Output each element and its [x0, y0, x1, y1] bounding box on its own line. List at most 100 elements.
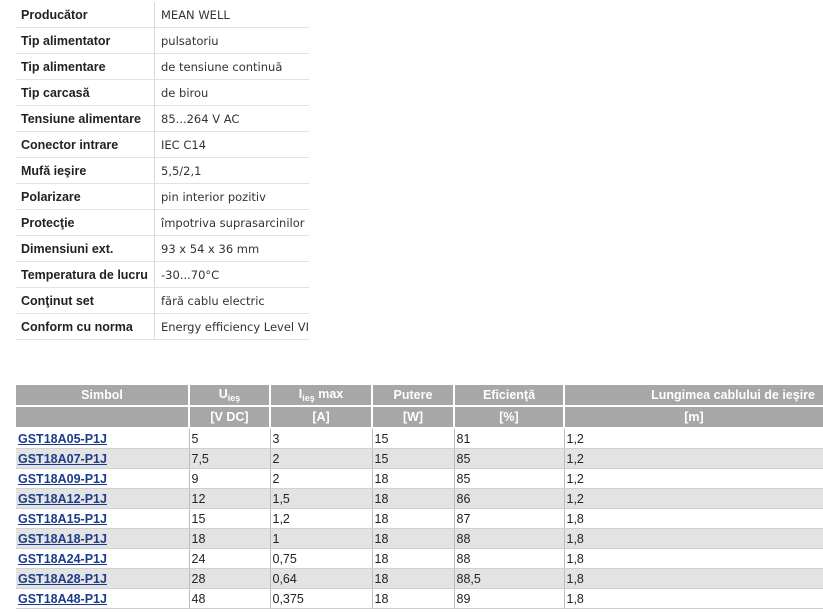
- cell-current: 1,5: [270, 488, 373, 509]
- cell-power: 15: [372, 448, 455, 469]
- spec-row: Temperatura de lucru -30...70°C: [16, 261, 310, 288]
- product-link[interactable]: GST18A24-P1J: [18, 552, 107, 566]
- cell-voltage: 15: [189, 508, 271, 529]
- spec-value: 5,5/2,1: [154, 157, 310, 184]
- cell-power: 15: [372, 428, 455, 449]
- table-row: GST18A12-P1J 12 1,5 18 86 1,2: [16, 488, 823, 509]
- unit-current: [A]: [270, 406, 373, 429]
- spec-label: Conector intrare: [16, 131, 155, 158]
- header-current: Iieş max: [270, 385, 373, 407]
- cell-symbol: GST18A28-P1J: [16, 568, 190, 589]
- spec-value: IEC C14: [154, 131, 310, 158]
- spec-value: Energy efficiency Level VI: [154, 313, 310, 340]
- table-row: GST18A28-P1J 28 0,64 18 88,5 1,8: [16, 568, 823, 589]
- cell-voltage: 9: [189, 468, 271, 489]
- cell-voltage: 5: [189, 428, 271, 449]
- spec-row: Tip alimentare de tensiune continuă: [16, 53, 310, 80]
- header-cable: Lungimea cablului de ieşire: [564, 385, 823, 407]
- spec-row: Tip carcasă de birou: [16, 79, 310, 106]
- cell-cable: 1,8: [564, 588, 823, 609]
- cell-symbol: GST18A15-P1J: [16, 508, 190, 529]
- cell-current: 2: [270, 468, 373, 489]
- cell-cable: 1,2: [564, 488, 823, 509]
- cell-symbol: GST18A12-P1J: [16, 488, 190, 509]
- unit-power: [W]: [372, 406, 455, 429]
- cell-current: 2: [270, 448, 373, 469]
- product-link[interactable]: GST18A09-P1J: [18, 472, 107, 486]
- cell-current: 1,2: [270, 508, 373, 529]
- cell-voltage: 18: [189, 528, 271, 549]
- cell-current: 0,75: [270, 548, 373, 569]
- spec-label: Temperatura de lucru: [16, 261, 155, 288]
- cell-power: 18: [372, 528, 455, 549]
- product-link[interactable]: GST18A15-P1J: [18, 512, 107, 526]
- models-table-head: Simbol Uieş Iieş max Putere Eficienţă Lu…: [16, 385, 823, 429]
- product-link[interactable]: GST18A18-P1J: [18, 532, 107, 546]
- spec-value: de birou: [154, 79, 310, 106]
- header-power: Putere: [372, 385, 455, 407]
- cell-voltage: 48: [189, 588, 271, 609]
- unit-cable: [m]: [564, 406, 823, 429]
- spec-value: -30...70°C: [154, 261, 310, 288]
- table-row: GST18A09-P1J 9 2 18 85 1,2: [16, 468, 823, 489]
- cell-voltage: 28: [189, 568, 271, 589]
- spec-label: Tip alimentare: [16, 53, 155, 80]
- cell-symbol: GST18A18-P1J: [16, 528, 190, 549]
- spec-row: Mufă ieşire 5,5/2,1: [16, 157, 310, 184]
- cell-cable: 1,2: [564, 468, 823, 489]
- spec-value: pin interior pozitiv: [154, 183, 310, 210]
- spec-row: Protecţie împotriva suprasarcinilor: [16, 209, 310, 236]
- product-link[interactable]: GST18A07-P1J: [18, 452, 107, 466]
- cell-efficiency: 89: [454, 588, 565, 609]
- spec-label: Tensiune alimentare: [16, 105, 155, 132]
- table-row: GST18A15-P1J 15 1,2 18 87 1,8: [16, 508, 823, 529]
- table-row: GST18A48-P1J 48 0,375 18 89 1,8: [16, 588, 823, 609]
- cell-power: 18: [372, 588, 455, 609]
- cell-efficiency: 88,5: [454, 568, 565, 589]
- cell-symbol: GST18A48-P1J: [16, 588, 190, 609]
- cell-power: 18: [372, 548, 455, 569]
- cell-cable: 1,8: [564, 508, 823, 529]
- models-table-body: GST18A05-P1J 5 3 15 81 1,2 GST18A07-P1J 7,5 2 15 8…: [16, 428, 823, 609]
- unit-voltage: [V DC]: [189, 406, 271, 429]
- spec-label: Conform cu norma: [16, 313, 155, 340]
- cell-voltage: 7,5: [189, 448, 271, 469]
- spec-label: Producător: [16, 2, 155, 28]
- header-current-suffix: max: [314, 387, 344, 401]
- cell-current: 3: [270, 428, 373, 449]
- cell-power: 18: [372, 508, 455, 529]
- table-row: GST18A24-P1J 24 0,75 18 88 1,8: [16, 548, 823, 569]
- spec-row: Tensiune alimentare 85...264 V AC: [16, 105, 310, 132]
- spec-label: Dimensiuni ext.: [16, 235, 155, 262]
- cell-current: 0,375: [270, 588, 373, 609]
- spec-row: Conector intrare IEC C14: [16, 131, 310, 158]
- cell-efficiency: 88: [454, 528, 565, 549]
- header-current-sub: ieş: [302, 393, 315, 403]
- spec-value: fără cablu electric: [154, 287, 310, 314]
- cell-symbol: GST18A24-P1J: [16, 548, 190, 569]
- spec-label: Mufă ieşire: [16, 157, 155, 184]
- product-link[interactable]: GST18A48-P1J: [18, 592, 107, 606]
- cell-cable: 1,8: [564, 568, 823, 589]
- cell-cable: 1,2: [564, 448, 823, 469]
- product-link[interactable]: GST18A12-P1J: [18, 492, 107, 506]
- product-link[interactable]: GST18A05-P1J: [18, 432, 107, 446]
- header-voltage-sub: ieş: [227, 393, 241, 403]
- spec-label: Protecţie: [16, 209, 155, 236]
- spec-value: 85...264 V AC: [154, 105, 310, 132]
- specs-table-body: Producător MEAN WELL Tip alimentator pulsat…: [16, 2, 310, 340]
- product-link[interactable]: GST18A28-P1J: [18, 572, 107, 586]
- spec-label: Tip alimentator: [16, 27, 155, 54]
- cell-voltage: 12: [189, 488, 271, 509]
- cell-efficiency: 81: [454, 428, 565, 449]
- header-row: Simbol Uieş Iieş max Putere Eficienţă Lu…: [16, 385, 823, 407]
- cell-cable: 1,2: [564, 428, 823, 449]
- cell-symbol: GST18A09-P1J: [16, 468, 190, 489]
- cell-efficiency: 86: [454, 488, 565, 509]
- spec-row: Dimensiuni ext. 93 x 54 x 36 mm: [16, 235, 310, 262]
- cell-power: 18: [372, 568, 455, 589]
- models-table: Simbol Uieş Iieş max Putere Eficienţă Lu…: [16, 385, 823, 609]
- cell-power: 18: [372, 468, 455, 489]
- cell-cable: 1,8: [564, 528, 823, 549]
- cell-symbol: GST18A07-P1J: [16, 448, 190, 469]
